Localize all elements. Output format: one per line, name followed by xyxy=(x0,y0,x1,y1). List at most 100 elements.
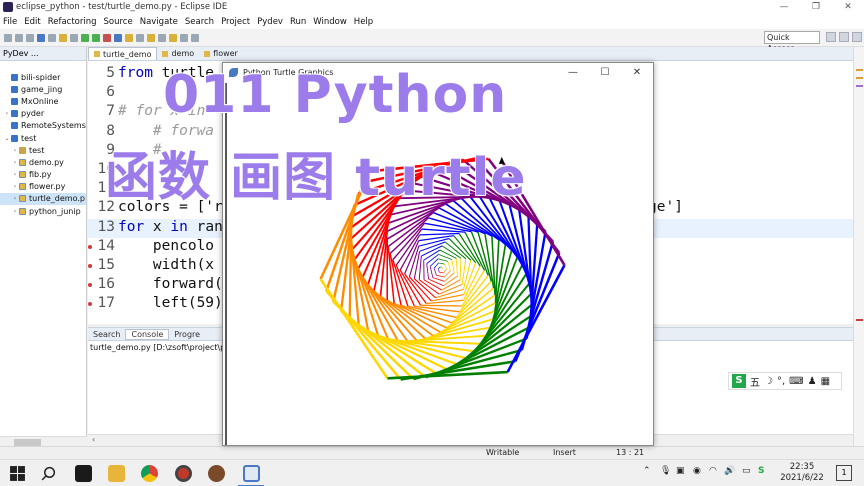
menu-source[interactable]: Source xyxy=(104,17,133,27)
notification-center-icon[interactable]: 1 xyxy=(836,465,852,481)
forward-icon[interactable] xyxy=(191,33,199,42)
tree-twisty-icon[interactable]: › xyxy=(3,110,11,117)
terminal-icon[interactable] xyxy=(37,33,45,42)
tab-progre[interactable]: Progre xyxy=(169,330,205,339)
tree-item[interactable]: › fib.py xyxy=(0,169,86,181)
back-icon[interactable] xyxy=(180,33,188,42)
menu-pydev[interactable]: Pydev xyxy=(257,17,283,27)
tree-twisty-icon[interactable]: ⌄ xyxy=(3,135,11,142)
tree-item[interactable]: › turtle_demo.p xyxy=(0,192,86,206)
pydev-perspective-icon[interactable] xyxy=(839,32,849,42)
new-icon[interactable] xyxy=(4,33,12,42)
moon-icon[interactable]: ☽ xyxy=(764,376,773,387)
open-perspective-icon[interactable] xyxy=(826,32,836,42)
ruler-marker[interactable] xyxy=(856,77,863,79)
search-icon[interactable] xyxy=(40,465,57,482)
tab-search[interactable]: Search xyxy=(88,330,125,339)
ruler-marker[interactable] xyxy=(856,69,863,71)
tray-chevron-icon[interactable]: ⌃ xyxy=(643,466,651,476)
terminal-app-icon[interactable] xyxy=(75,465,92,482)
tree-item[interactable]: game_jing xyxy=(0,83,86,95)
sogou-ime-icon[interactable]: S xyxy=(732,374,746,388)
build-icon[interactable] xyxy=(48,33,56,42)
tab-console[interactable]: Console xyxy=(125,328,170,340)
tree-item[interactable]: › test xyxy=(0,144,86,156)
app-tray-icon[interactable]: ▣ xyxy=(676,466,685,476)
editor-tab-flower[interactable]: flower xyxy=(199,47,243,60)
save-icon[interactable] xyxy=(15,33,23,42)
tree-item[interactable]: bili-spider xyxy=(0,71,86,83)
sogou-tray-icon[interactable]: S xyxy=(758,466,764,476)
menu-run[interactable]: Run xyxy=(290,17,306,27)
menu-project[interactable]: Project xyxy=(221,17,250,27)
menu-search[interactable]: Search xyxy=(185,17,214,27)
tree-item[interactable]: › demo.py xyxy=(0,156,86,168)
save-all-icon[interactable] xyxy=(26,33,34,42)
turtle-minimize-button[interactable]: — xyxy=(557,67,589,78)
hscroll-thumb[interactable] xyxy=(14,439,41,446)
menu-refactoring[interactable]: Refactoring xyxy=(48,17,97,27)
tree-twisty-icon[interactable]: › xyxy=(11,159,19,166)
external-tools-icon[interactable] xyxy=(103,33,111,42)
menu-help[interactable]: Help xyxy=(354,17,373,27)
wifi-icon[interactable]: ◠ xyxy=(709,466,717,476)
ruler-marker[interactable] xyxy=(856,85,863,87)
search-icon[interactable] xyxy=(136,33,144,42)
annotation-prev-icon[interactable] xyxy=(158,33,166,42)
tree-item[interactable]: › flower.py xyxy=(0,181,86,193)
record-app-icon[interactable] xyxy=(175,465,192,482)
annotation-next-icon[interactable] xyxy=(147,33,155,42)
menu-window[interactable]: Window xyxy=(313,17,347,27)
turtle-canvas[interactable] xyxy=(225,83,651,445)
tree-item[interactable]: MxOnline xyxy=(0,95,86,107)
user-icon[interactable]: ♟ xyxy=(808,376,817,387)
file-explorer-icon[interactable] xyxy=(108,465,125,482)
grid-icon[interactable]: ▦ xyxy=(821,376,830,387)
microphone-icon[interactable]: 🎙 xyxy=(660,466,671,476)
skip-breakpoints-icon[interactable] xyxy=(70,33,78,42)
editor-tab-turtle-demo[interactable]: turtle_demo xyxy=(88,47,158,60)
pet-app-icon[interactable] xyxy=(208,465,225,482)
open-type-icon[interactable] xyxy=(125,33,133,42)
wubi-icon[interactable]: 五 xyxy=(750,374,760,389)
tree-twisty-icon[interactable]: › xyxy=(11,147,19,154)
debug-icon[interactable] xyxy=(81,33,89,42)
menu-navigate[interactable]: Navigate xyxy=(140,17,178,27)
turtle-titlebar[interactable]: Python Turtle Graphics — ☐ ✕ xyxy=(223,63,653,82)
package-icon[interactable] xyxy=(59,33,67,42)
last-edit-icon[interactable] xyxy=(169,33,177,42)
menu-file[interactable]: File xyxy=(3,17,17,27)
run-icon[interactable] xyxy=(92,33,100,42)
tree-twisty-icon[interactable]: › xyxy=(11,183,19,190)
tree-item[interactable]: RemoteSystems xyxy=(0,120,86,132)
tree-twisty-icon[interactable]: › xyxy=(11,208,19,215)
menu-edit[interactable]: Edit xyxy=(24,17,40,27)
tree-twisty-icon[interactable]: › xyxy=(11,195,19,202)
package-explorer-tab[interactable]: PyDev ... xyxy=(0,47,86,61)
tree-item[interactable]: › python_junip xyxy=(0,205,86,217)
editor-tab-demo[interactable]: demo xyxy=(157,47,199,60)
close-button[interactable]: ✕ xyxy=(832,2,864,12)
turtle-maximize-button[interactable]: ☐ xyxy=(589,67,621,78)
ruler-marker[interactable] xyxy=(856,319,863,321)
punctuation-icon[interactable]: °, xyxy=(777,376,785,387)
scroll-left-icon[interactable]: ‹ xyxy=(92,435,95,444)
keyboard-icon[interactable]: ⌨ xyxy=(789,376,803,387)
chrome-icon[interactable] xyxy=(141,465,158,482)
ime-toolbar[interactable]: S 五 ☽ °, ⌨ ♟ ▦ xyxy=(728,372,842,390)
turtle-close-button[interactable]: ✕ xyxy=(621,67,653,78)
turtle-graphics-window[interactable]: Python Turtle Graphics — ☐ ✕ xyxy=(222,62,654,446)
quick-access-field[interactable]: Quick Access xyxy=(764,31,820,53)
battery-icon[interactable]: ▭ xyxy=(742,466,751,476)
windows-start-icon[interactable] xyxy=(9,465,26,482)
overview-ruler[interactable] xyxy=(853,47,864,447)
tree-item[interactable]: ⌄ test xyxy=(0,132,86,144)
camera-icon[interactable]: ◉ xyxy=(693,466,701,476)
tree-item[interactable]: › pyder xyxy=(0,108,86,120)
new-wizard-icon[interactable] xyxy=(114,33,122,42)
maximize-button[interactable]: ❐ xyxy=(800,2,832,12)
java-perspective-icon[interactable] xyxy=(852,32,862,42)
tree-twisty-icon[interactable]: › xyxy=(11,171,19,178)
eclipse-taskbar-icon[interactable] xyxy=(243,465,260,482)
system-clock[interactable]: 22:35 2021/6/22 xyxy=(776,462,828,484)
